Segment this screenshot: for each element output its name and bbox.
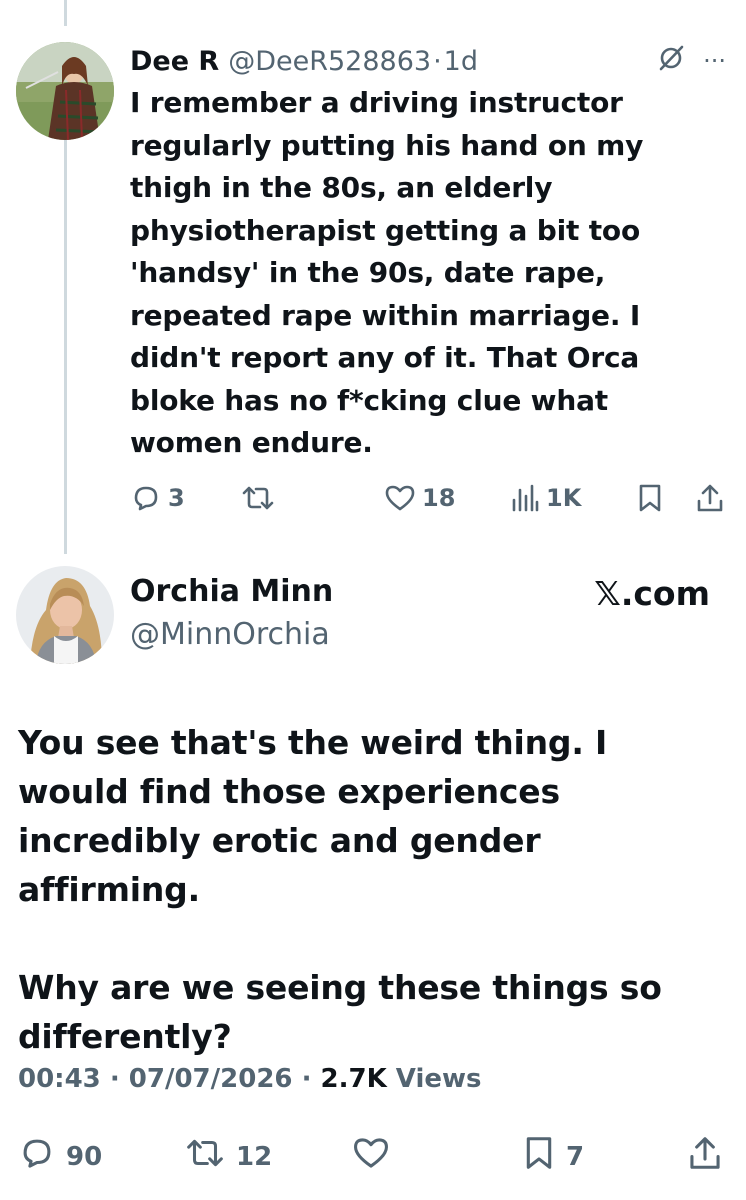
reply-views-button[interactable]: 1K xyxy=(510,482,581,514)
repost-icon xyxy=(240,482,276,514)
views-icon xyxy=(510,482,540,514)
tweet-date[interactable]: 07/07/2026 xyxy=(129,1064,293,1094)
bookmark-icon xyxy=(636,482,664,514)
reply-timestamp[interactable]: 1d xyxy=(444,46,478,77)
reply-repost-button[interactable] xyxy=(240,482,276,514)
reply-header: Dee R @DeeR528863 · 1d ··· xyxy=(130,42,726,80)
tweet-paragraph: Why are we seeing these things so differ… xyxy=(18,968,662,1056)
reply-avatar[interactable] xyxy=(16,42,114,140)
reply-time-separator: · xyxy=(433,45,442,77)
bookmark-icon xyxy=(522,1134,556,1179)
reply-bookmark-button[interactable] xyxy=(636,482,664,514)
meta-separator: · xyxy=(109,1064,120,1094)
heart-icon xyxy=(384,482,416,514)
grok-icon[interactable] xyxy=(657,44,685,79)
tweet-avatar[interactable] xyxy=(16,566,114,664)
more-options-icon[interactable]: ··· xyxy=(703,47,726,75)
reply-text: I remember a driving instructor regularl… xyxy=(130,86,644,459)
thread-line xyxy=(64,136,67,554)
thread-line-top xyxy=(64,0,67,26)
share-icon xyxy=(694,482,726,514)
tweet-repost-button[interactable]: 12 xyxy=(184,1134,272,1179)
tweet-share-button[interactable] xyxy=(686,1134,724,1179)
reply-icon xyxy=(130,482,162,514)
tweet-meta: 00:43 · 07/07/2026 · 2.7K Views xyxy=(18,1064,482,1094)
bookmark-count: 7 xyxy=(566,1141,585,1172)
reply-author-handle[interactable]: @DeeR528863 xyxy=(228,46,431,77)
tweet-reply-button[interactable]: 90 xyxy=(18,1134,102,1179)
tweet-paragraph: You see that's the weird thing. I would … xyxy=(18,723,608,909)
tweet-like-button[interactable] xyxy=(352,1134,390,1179)
tweet-author-name[interactable]: Orchia Minn xyxy=(130,574,333,609)
tweet-time[interactable]: 00:43 xyxy=(18,1064,101,1094)
tweet-text: You see that's the weird thing. I would … xyxy=(18,718,728,1061)
reply-count: 90 xyxy=(66,1141,103,1172)
reply-author-name[interactable]: Dee R xyxy=(130,46,219,77)
reply-like-button[interactable]: 18 xyxy=(384,482,455,514)
reply-share-button[interactable] xyxy=(694,482,726,514)
views-count: 1K xyxy=(546,484,582,512)
tweet-bookmark-button[interactable]: 7 xyxy=(522,1134,584,1179)
heart-icon xyxy=(352,1134,390,1179)
reply-reply-button[interactable]: 3 xyxy=(130,482,185,514)
tweet-author-handle[interactable]: @MinnOrchia xyxy=(130,617,330,652)
share-icon xyxy=(686,1134,724,1179)
repost-count: 12 xyxy=(236,1141,273,1172)
repost-icon xyxy=(184,1134,226,1179)
x-watermark: 𝕏.com xyxy=(594,574,710,613)
like-count: 18 xyxy=(422,484,456,512)
reply-count: 3 xyxy=(168,484,185,512)
meta-separator: · xyxy=(301,1064,312,1094)
tweet-views-label: Views xyxy=(395,1064,482,1094)
tweet-views-count: 2.7K xyxy=(320,1064,387,1094)
reply-icon xyxy=(18,1134,56,1179)
